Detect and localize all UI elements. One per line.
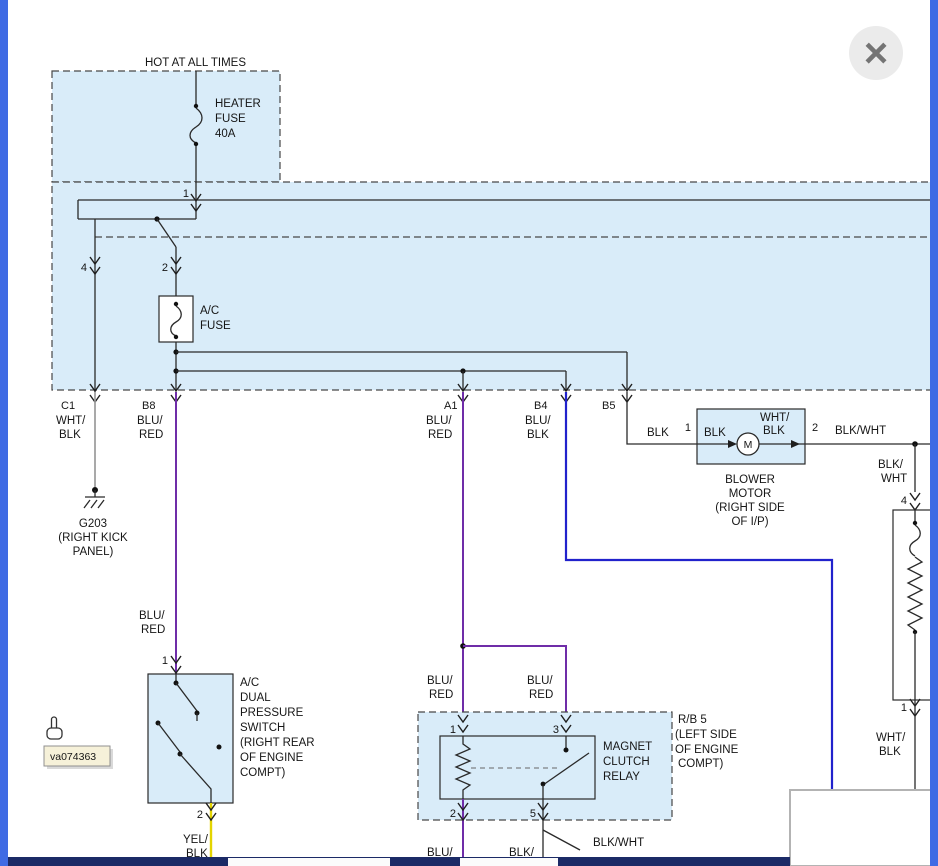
wiring-diagram-viewer: HOT AT ALL TIMES 1 HEATER FUSE 40A 4 2 A…: [0, 0, 938, 866]
relay-pin5-label: 5: [530, 808, 536, 820]
wire-color-label: BLK: [527, 429, 549, 441]
blower-pin-out-label: 2: [812, 422, 818, 434]
jb-pin4-label: 4: [81, 262, 87, 274]
blower-pin-in-label: 1: [685, 422, 691, 434]
bottom-cutoff-button-1[interactable]: [228, 858, 390, 866]
heater-fuse-name-line2: FUSE: [215, 113, 246, 125]
ground-location-line2: PANEL): [73, 546, 114, 558]
wire-color-label: BLU/: [427, 675, 453, 687]
relay-location-line3: OF ENGINE: [675, 744, 739, 756]
ac-fuse-name-line2: FUSE: [200, 320, 231, 332]
relay-pin1-label: 1: [450, 724, 456, 736]
fuse-terminal-dot: [194, 104, 198, 108]
relay-pin3-label: 3: [553, 724, 559, 736]
wire-color-label: RED: [428, 429, 452, 441]
fuse-terminal-dot: [174, 335, 178, 339]
wire-color-label: RED: [141, 624, 165, 636]
fuse-box-region: [52, 71, 280, 182]
terminal-dot: [913, 521, 917, 525]
motor-letter: M: [744, 439, 753, 451]
blower-name-line2: MOTOR: [729, 488, 772, 500]
wire-color-label: BLK: [647, 427, 669, 439]
pressure-switch-name-line2: DUAL: [240, 692, 271, 704]
connector-b8-pin: B8: [142, 400, 155, 412]
bottom-bar: [8, 857, 790, 866]
bottom-toolbar: [8, 857, 790, 866]
connector-c1-pin: C1: [61, 400, 75, 412]
right-window-border: [930, 0, 938, 866]
resistor-pin-top-label: 4: [901, 495, 907, 507]
heater-fuse-name-line3: 40A: [215, 128, 236, 140]
bottom-cutoff-button-2[interactable]: [460, 858, 558, 866]
junction-block-region: [52, 182, 933, 390]
ac-fuse-name-line1: A/C: [200, 305, 219, 317]
wire-color-label: BLU/: [527, 675, 553, 687]
hot-at-all-times-label: HOT AT ALL TIMES: [145, 57, 246, 69]
relay-name-line1: MAGNET: [603, 741, 652, 753]
pressure-switch-name-line1: A/C: [240, 677, 259, 689]
wire-color-label: BLU/: [426, 415, 452, 427]
wire-color-label: WHT/: [876, 732, 906, 744]
wire-color-label: RED: [139, 429, 163, 441]
close-button[interactable]: ×: [849, 26, 903, 80]
wire-color-label: BLU/: [525, 415, 551, 427]
connector-a1-pin: A1: [444, 400, 457, 412]
heater-fuse-pin-label: 1: [183, 188, 189, 200]
wire-color-label: WHT/: [760, 412, 790, 424]
heater-fuse-name-line1: HEATER: [215, 98, 261, 110]
pressure-switch-name-line3: PRESSURE: [240, 707, 304, 719]
blower-location-line2: OF I/P): [731, 516, 768, 528]
fuse-terminal-dot: [174, 302, 178, 306]
wire-color-label: WHT: [881, 473, 907, 485]
pressure-switch-location-line2: OF ENGINE: [240, 752, 304, 764]
contact-dot: [217, 745, 222, 750]
jb-pin2-label: 2: [162, 262, 168, 274]
pressure-switch-pin-top: 1: [162, 655, 168, 667]
left-window-border: [0, 0, 8, 866]
wire-color-label: BLK: [763, 425, 785, 437]
wire-color-label: BLK/WHT: [593, 837, 644, 849]
pressure-switch-pin-bottom: 2: [197, 809, 203, 821]
fuse-terminal-dot: [194, 142, 198, 146]
relay-name-line3: RELAY: [603, 771, 640, 783]
pressure-switch-location-line3: COMPT): [240, 767, 286, 779]
blower-location-line1: (RIGHT SIDE: [715, 502, 785, 514]
wire-color-label: BLU/: [137, 415, 163, 427]
cursor-palm: [47, 728, 62, 739]
wire-color-label: BLK: [879, 746, 901, 758]
ground-location-line1: (RIGHT KICK: [58, 532, 128, 544]
close-icon: ×: [864, 29, 889, 76]
blower-name-line1: BLOWER: [725, 474, 775, 486]
ground-name: G203: [79, 518, 107, 530]
tooltip-text: va074363: [50, 751, 96, 763]
wire-color-label: WHT/: [56, 415, 86, 427]
wire-color-label: BLK: [704, 427, 726, 439]
wire-color-label: YEL/: [183, 834, 209, 846]
relay-pin2-label: 2: [450, 808, 456, 820]
wire-color-label: RED: [429, 689, 453, 701]
wire-color-label: RED: [529, 689, 553, 701]
pressure-switch-location-line1: (RIGHT REAR: [240, 737, 315, 749]
relay-location-line1: R/B 5: [678, 714, 707, 726]
cutoff-component-box: [790, 790, 936, 866]
cursor-tooltip: va074363: [44, 746, 113, 769]
pressure-switch-name-line4: SWITCH: [240, 722, 285, 734]
relay-name-line2: CLUTCH: [603, 756, 650, 768]
wire-color-label: BLU/: [139, 610, 165, 622]
wire-color-label: BLK/WHT: [835, 425, 886, 437]
relay-location-line4: COMPT): [678, 758, 724, 770]
wire-color-label: BLK/: [878, 459, 904, 471]
resistor-pin-bottom-label: 1: [901, 702, 907, 714]
connector-b5-pin: B5: [602, 400, 615, 412]
wire-color-label: BLK: [59, 429, 81, 441]
pressure-switch-box: [148, 674, 233, 803]
relay-location-line2: (LEFT SIDE: [675, 729, 737, 741]
contact-dot: [564, 748, 569, 753]
connector-b4-pin: B4: [534, 400, 547, 412]
wiring-diagram-canvas: HOT AT ALL TIMES 1 HEATER FUSE 40A 4 2 A…: [0, 0, 938, 866]
